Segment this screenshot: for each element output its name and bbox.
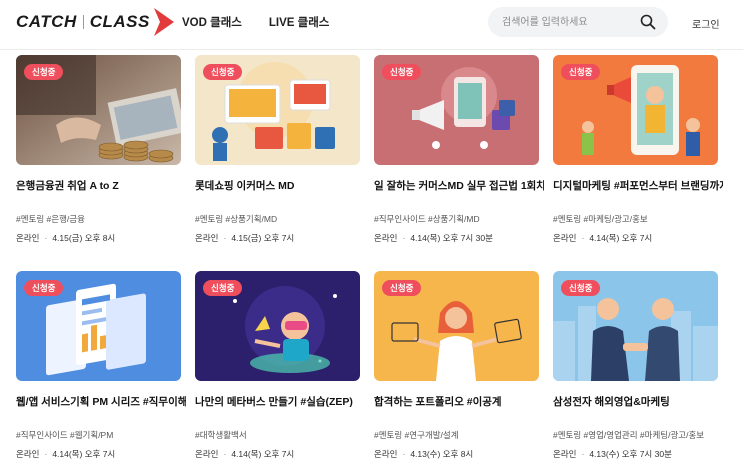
logo-arrow-icon xyxy=(153,8,174,36)
meta-separator: · xyxy=(44,449,48,459)
card-title[interactable]: 웹/앱 서비스기획 PM 시리즈 #직무이해 xyxy=(16,394,186,409)
status-badge: 신청중 xyxy=(561,280,601,296)
metaverse-vr-image[interactable]: 신청중 xyxy=(195,271,360,381)
portfolio-woman-image[interactable]: 신청중 xyxy=(374,271,539,381)
meta-separator: · xyxy=(402,233,406,243)
nav-live-class[interactable]: LIVE 클래스 xyxy=(269,14,330,30)
card-title[interactable]: 삼성전자 해외영업&마케팅 xyxy=(553,394,723,409)
ecommerce-shopping-image[interactable]: 신청중 xyxy=(195,55,360,165)
card-datetime: 4.13(수) 오후 7시 30분 xyxy=(589,449,672,459)
card-datetime: 4.14(목) 오후 7시 xyxy=(231,449,295,459)
class-card[interactable]: 신청중 웹/앱 서비스기획 PM 시리즈 #직무이해 #직무인사이드 #웹기획/… xyxy=(16,271,186,474)
status-badge: 신청중 xyxy=(561,64,601,80)
card-title[interactable]: 은행금융권 취업 A to Z xyxy=(16,178,186,193)
status-badge: 신청중 xyxy=(24,64,64,80)
card-tags: #멘토링 #영업/영업관리 #마케팅/광고/홍보 xyxy=(553,430,705,440)
card-title[interactable]: 나만의 메타버스 만들기 #실습(ZEP) xyxy=(195,394,365,409)
status-badge: 신청중 xyxy=(203,280,243,296)
status-badge: 신청중 xyxy=(382,280,422,296)
card-title[interactable]: 롯데쇼핑 이커머스 MD xyxy=(195,178,365,193)
catch-class-logo[interactable]: CATCH CLASS xyxy=(16,6,174,38)
card-mode: 온라인 xyxy=(195,233,219,243)
card-meta: 온라인 · 4.14(목) 오후 7시 xyxy=(195,448,294,460)
card-tags: #멘토링 #연구개발/설계 xyxy=(374,430,459,440)
search-input[interactable] xyxy=(502,7,632,37)
card-tags: #멘토링 #마케팅/광고/홍보 xyxy=(553,214,648,224)
meta-separator: · xyxy=(402,449,406,459)
card-mode: 온라인 xyxy=(195,449,219,459)
card-meta: 온라인 · 4.15(금) 오후 7시 xyxy=(195,232,294,244)
banking-coins-image[interactable]: 신청중 xyxy=(16,55,181,165)
class-card[interactable]: 신청중 롯데쇼핑 이커머스 MD #멘토링 #상품기획/MD 온라인 · 4.15(… xyxy=(195,55,360,260)
card-mode: 온라인 xyxy=(553,233,577,243)
class-card[interactable]: 신청중 나만의 메타버스 만들기 #실습(ZEP) #대학생활백서 온라인 · 4.… xyxy=(195,271,360,474)
card-tags: #대학생활백서 xyxy=(195,430,247,440)
card-mode: 온라인 xyxy=(374,233,398,243)
status-badge: 신청중 xyxy=(24,280,64,296)
card-tags: #직무인사이드 #웹기획/PM xyxy=(16,430,114,440)
main-nav: VOD 클래스 LIVE 클래스 xyxy=(182,14,329,30)
meta-separator: · xyxy=(223,449,227,459)
meta-separator: · xyxy=(44,233,48,243)
class-card[interactable]: 신청중 디지털마케팅 #퍼포먼스부터 브랜딩까지 #멘토링 #마케팅/광고/홍보… xyxy=(553,55,723,260)
search-box xyxy=(488,7,668,37)
class-card[interactable]: 신청중 삼성전자 해외영업&마케팅 #멘토링 #영업/영업관리 #마케팅/광고/… xyxy=(553,271,718,474)
commerce-megaphone-image[interactable]: 신청중 xyxy=(374,55,539,165)
digital-marketing-image[interactable]: 신청중 xyxy=(553,55,718,165)
card-meta: 온라인 · 4.14(목) 오후 7시 xyxy=(553,232,652,244)
card-title[interactable]: 디지털마케팅 #퍼포먼스부터 브랜딩까지 xyxy=(553,178,723,193)
card-meta: 온라인 · 4.14(목) 오후 7시 xyxy=(16,448,115,460)
logo-text-left: CATCH xyxy=(16,12,77,31)
card-tags: #멘토링 #은행/금융 xyxy=(16,214,85,224)
card-meta: 온라인 · 4.14(목) 오후 7시 30분 xyxy=(374,232,493,244)
class-card[interactable]: 신청중 일 잘하는 커머스MD 실무 접근법 1회차 #직무인사이드 #상품기획… xyxy=(374,55,544,260)
card-tags: #멘토링 #상품기획/MD xyxy=(195,214,278,224)
logo-text-right: CLASS xyxy=(89,12,150,31)
web-app-screens-image[interactable]: 신청중 xyxy=(16,271,181,381)
nav-vod-class[interactable]: VOD 클래스 xyxy=(182,14,242,30)
card-title[interactable]: 일 잘하는 커머스MD 실무 접근법 1회차 xyxy=(374,178,544,193)
login-link[interactable]: 로그인 xyxy=(692,16,720,31)
class-card[interactable]: 신청중 합격하는 포트폴리오 #이공계 #멘토링 #연구개발/설계 온라인 · 4.… xyxy=(374,271,539,474)
search-icon[interactable] xyxy=(640,14,656,30)
top-header: CATCH CLASS VOD 클래스 LIVE 클래스 로그인 xyxy=(0,0,743,50)
meta-separator: · xyxy=(581,449,585,459)
card-datetime: 4.13(수) 오후 8시 xyxy=(410,449,474,459)
card-datetime: 4.14(목) 오후 7시 30분 xyxy=(410,233,493,243)
card-tags: #직무인사이드 #상품기획/MD xyxy=(374,214,480,224)
card-meta: 온라인 · 4.15(금) 오후 8시 xyxy=(16,232,115,244)
meta-separator: · xyxy=(223,233,227,243)
logo-divider xyxy=(82,15,84,29)
status-badge: 신청중 xyxy=(382,64,422,80)
status-badge: 신청중 xyxy=(203,64,243,80)
card-mode: 온라인 xyxy=(553,449,577,459)
card-datetime: 4.15(금) 오후 7시 xyxy=(231,233,295,243)
card-meta: 온라인 · 4.13(수) 오후 8시 xyxy=(374,448,473,460)
card-datetime: 4.14(목) 오후 7시 xyxy=(52,449,116,459)
card-title[interactable]: 합격하는 포트폴리오 #이공계 xyxy=(374,394,544,409)
card-mode: 온라인 xyxy=(16,233,40,243)
business-handshake-image[interactable]: 신청중 xyxy=(553,271,718,381)
card-meta: 온라인 · 4.13(수) 오후 7시 30분 xyxy=(553,448,672,460)
class-card[interactable]: 신청중 은행금융권 취업 A to Z #멘토링 #은행/금융 온라인 · 4.15… xyxy=(16,55,181,260)
meta-separator: · xyxy=(581,233,585,243)
card-datetime: 4.14(목) 오후 7시 xyxy=(589,233,653,243)
card-datetime: 4.15(금) 오후 8시 xyxy=(52,233,116,243)
card-mode: 온라인 xyxy=(16,449,40,459)
card-mode: 온라인 xyxy=(374,449,398,459)
